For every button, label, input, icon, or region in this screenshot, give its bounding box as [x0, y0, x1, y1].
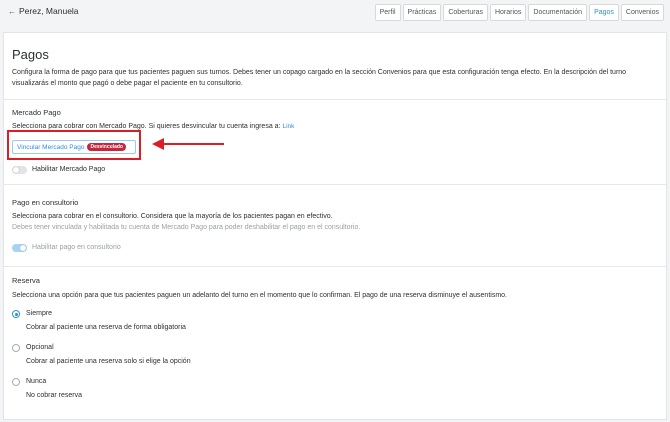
reserva-siempre-description: Cobrar al paciente una reserva de forma … — [26, 324, 186, 331]
tab-documentacion[interactable]: Documentación — [528, 4, 588, 21]
link-mercado-pago-button[interactable]: Vincular Mercado Pago Desvinculado — [12, 140, 136, 154]
unlinked-status-badge: Desvinculado — [87, 143, 126, 151]
toggle-knob — [13, 167, 19, 173]
consultorio-note: Debes tener vinculada y habilitada tu cu… — [12, 224, 361, 231]
reserva-description: Selecciona una opción para que tus pacie… — [12, 292, 507, 299]
top-bar: ← Perez, Manuela Perfil Prácticas Cobert… — [0, 0, 670, 24]
reserva-title: Reserva — [12, 276, 40, 285]
link-mercado-pago-label: Vincular Mercado Pago — [17, 143, 85, 151]
reserva-siempre-radio[interactable] — [12, 310, 20, 318]
enable-consultorio-label: Habilitar pago en consultorio — [32, 244, 121, 251]
page-intro: Configura la forma de pago para que tus … — [12, 69, 627, 87]
tab-convenios[interactable]: Convenios — [620, 4, 664, 21]
enable-mercado-pago-label: Habilitar Mercado Pago — [32, 166, 106, 173]
consultorio-title: Pago en consultorio — [12, 198, 79, 207]
pointer-arrow-icon — [152, 138, 224, 150]
divider — [4, 99, 666, 100]
tab-bar: Perfil Prácticas Coberturas Horarios Doc… — [374, 4, 664, 21]
divider — [4, 184, 666, 185]
toggle-knob — [20, 245, 26, 251]
back-arrow-icon[interactable]: ← — [8, 7, 16, 16]
mercado-pago-title: Mercado Pago — [12, 108, 61, 117]
tab-horarios[interactable]: Horarios — [489, 4, 527, 21]
page-title: Pagos — [12, 47, 49, 62]
unlink-account-link[interactable]: Link — [282, 123, 294, 130]
enable-consultorio-toggle[interactable] — [12, 244, 27, 252]
reserva-siempre-label: Siempre — [26, 310, 53, 317]
mercado-pago-description-text: Selecciona para cobrar con Mercado Pago.… — [12, 123, 281, 130]
payments-panel: Pagos Configura la forma de pago para qu… — [3, 32, 667, 420]
reserva-nunca-label: Nunca — [26, 378, 47, 385]
reserva-opcional-label: Opcional — [26, 344, 54, 351]
tab-coberturas[interactable]: Coberturas — [443, 4, 488, 21]
consultorio-description: Selecciona para cobrar en el consultorio… — [12, 213, 333, 220]
reserva-nunca-description: No cobrar reserva — [26, 392, 83, 399]
enable-mercado-pago-toggle[interactable] — [12, 166, 27, 174]
tab-pagos[interactable]: Pagos — [589, 4, 619, 21]
patient-name: Perez, Manuela — [19, 6, 79, 16]
reserva-opcional-description: Cobrar al paciente una reserva solo si e… — [26, 358, 191, 365]
tab-perfil[interactable]: Perfil — [374, 4, 401, 21]
tab-practicas[interactable]: Prácticas — [402, 4, 442, 21]
reserva-opcional-radio[interactable] — [12, 344, 20, 352]
divider — [4, 266, 666, 267]
reserva-nunca-radio[interactable] — [12, 378, 20, 386]
